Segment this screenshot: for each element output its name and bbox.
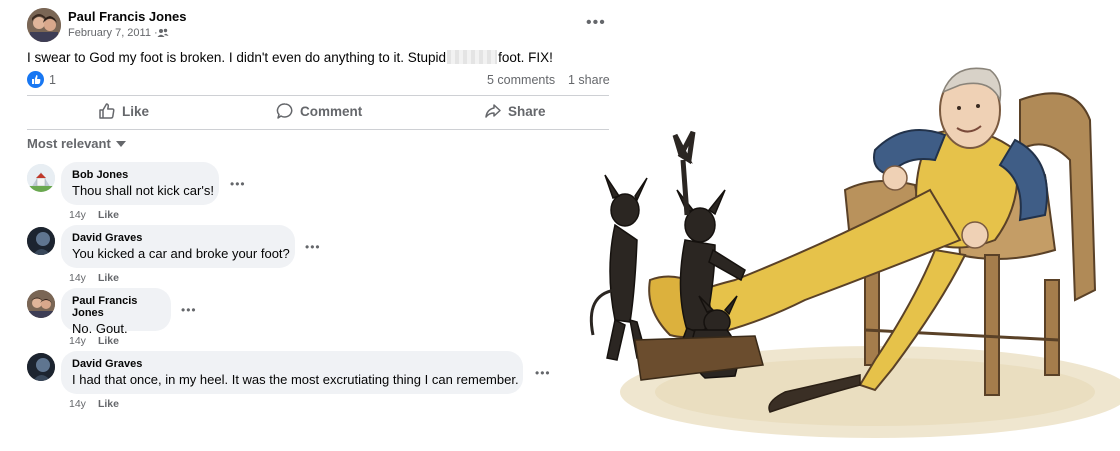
comment-age[interactable]: 14y bbox=[69, 272, 86, 284]
facebook-post: Paul Francis Jones February 7, 2011 · ••… bbox=[0, 0, 620, 451]
comment-like-link[interactable]: Like bbox=[98, 209, 119, 221]
post-date[interactable]: February 7, 2011 · bbox=[68, 27, 158, 39]
comment-more-options-button[interactable]: ••• bbox=[305, 240, 321, 254]
comment-meta: 14y Like bbox=[69, 272, 119, 284]
comment-like-link[interactable]: Like bbox=[98, 398, 119, 410]
gout-devils-illustration bbox=[589, 67, 1120, 438]
comment-bubble: Bob Jones Thou shall not kick car's! bbox=[61, 162, 219, 205]
share-icon bbox=[485, 104, 501, 118]
comment-more-options-button[interactable]: ••• bbox=[181, 303, 197, 317]
thumbs-up-icon bbox=[99, 103, 115, 119]
comment-button-label: Comment bbox=[300, 103, 363, 119]
comment-meta: 14y Like bbox=[69, 398, 119, 410]
post-text-end: foot. FIX! bbox=[498, 50, 553, 65]
devils bbox=[589, 130, 764, 381]
commenter-name[interactable]: Bob Jones bbox=[72, 169, 208, 181]
post-message: I swear to God my foot is broken. I didn… bbox=[27, 50, 553, 65]
post-author-name[interactable]: Paul Francis Jones bbox=[68, 9, 187, 24]
comment-text: No. Gout. bbox=[72, 321, 128, 336]
comment-meta: 14y Like bbox=[69, 209, 119, 221]
caret-down-icon bbox=[115, 141, 126, 147]
like-reaction-icon[interactable] bbox=[27, 71, 44, 88]
comment-button[interactable]: Comment bbox=[276, 102, 362, 120]
sort-label: Most relevant bbox=[27, 136, 111, 151]
comment-meta: 14y Like bbox=[69, 335, 119, 347]
friends-icon bbox=[157, 28, 169, 37]
comment-icon bbox=[276, 103, 293, 119]
comment-sort-dropdown[interactable]: Most relevant bbox=[27, 136, 126, 151]
share-button[interactable]: Share bbox=[484, 102, 546, 120]
comment-like-link[interactable]: Like bbox=[98, 335, 119, 347]
comment-text: Thou shall not kick car's! bbox=[72, 183, 214, 198]
comment-more-options-button[interactable]: ••• bbox=[230, 177, 246, 191]
post-text-start: I swear to God my foot is broken. I didn… bbox=[27, 50, 447, 65]
comment-age[interactable]: 14y bbox=[69, 398, 86, 410]
comment-more-options-button[interactable]: ••• bbox=[535, 366, 551, 380]
comment-bubble: David Graves I had that once, in my heel… bbox=[61, 351, 523, 394]
comment-text: I had that once, in my heel. It was the … bbox=[72, 372, 519, 387]
author-avatar[interactable] bbox=[27, 8, 61, 42]
commenter-avatar[interactable] bbox=[27, 290, 55, 318]
commenter-name[interactable]: Paul Francis Jones bbox=[72, 295, 160, 319]
comment-age[interactable]: 14y bbox=[69, 335, 86, 347]
comment-age[interactable]: 14y bbox=[69, 209, 86, 221]
share-button-label: Share bbox=[508, 103, 546, 119]
divider bbox=[27, 129, 609, 130]
commenter-avatar[interactable] bbox=[27, 227, 55, 255]
comment-like-link[interactable]: Like bbox=[98, 272, 119, 284]
comment-bubble: David Graves You kicked a car and broke … bbox=[61, 225, 295, 268]
comments-count-link[interactable]: 5 comments bbox=[487, 73, 555, 87]
like-button-label: Like bbox=[122, 103, 150, 119]
comment-text: You kicked a car and broke your foot? bbox=[72, 246, 290, 261]
commenter-avatar[interactable] bbox=[27, 353, 55, 381]
post-more-options-button[interactable]: ••• bbox=[586, 14, 606, 32]
redacted-word bbox=[447, 50, 498, 64]
commenter-name[interactable]: David Graves bbox=[72, 358, 512, 370]
commenter-name[interactable]: David Graves bbox=[72, 232, 284, 244]
like-button[interactable]: Like bbox=[98, 102, 149, 120]
commenter-avatar[interactable] bbox=[27, 164, 55, 192]
like-count[interactable]: 1 bbox=[49, 73, 56, 87]
divider bbox=[27, 95, 609, 96]
comment-bubble: Paul Francis Jones No. Gout. bbox=[61, 288, 171, 336]
